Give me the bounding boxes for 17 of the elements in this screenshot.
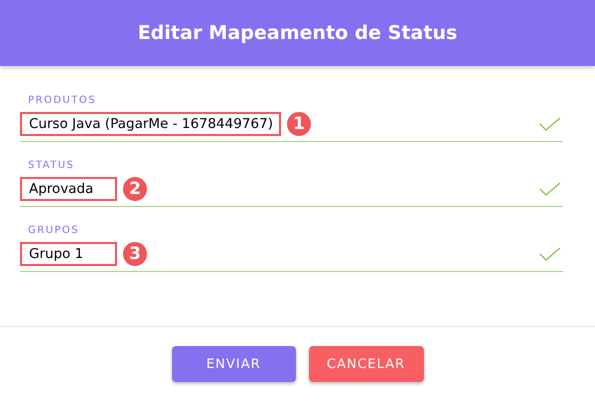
field-value: Aprovada bbox=[20, 177, 117, 201]
field-value: Curso Java (PagarMe - 1678449767) bbox=[20, 112, 281, 136]
callout-number: 3 bbox=[123, 242, 147, 266]
select-field[interactable]: Curso Java (PagarMe - 1678449767) 1 bbox=[20, 107, 563, 142]
field-label: STATUS bbox=[28, 160, 76, 172]
field-value: Grupo 1 bbox=[20, 242, 117, 266]
dialog-title: Editar Mapeamento de Status bbox=[138, 22, 458, 44]
callout-number: 2 bbox=[123, 177, 147, 201]
callout-number: 1 bbox=[286, 112, 311, 136]
check-icon bbox=[539, 117, 561, 131]
check-icon bbox=[539, 247, 561, 261]
select-field[interactable]: Grupo 1 3 bbox=[20, 237, 563, 272]
submit-button[interactable]: ENVIAR bbox=[172, 346, 296, 382]
select-field[interactable]: Aprovada 2 bbox=[20, 172, 563, 207]
field-label: GRUPOS bbox=[28, 225, 80, 237]
check-icon bbox=[539, 182, 561, 196]
field-label: PRODUTOS bbox=[28, 95, 98, 107]
